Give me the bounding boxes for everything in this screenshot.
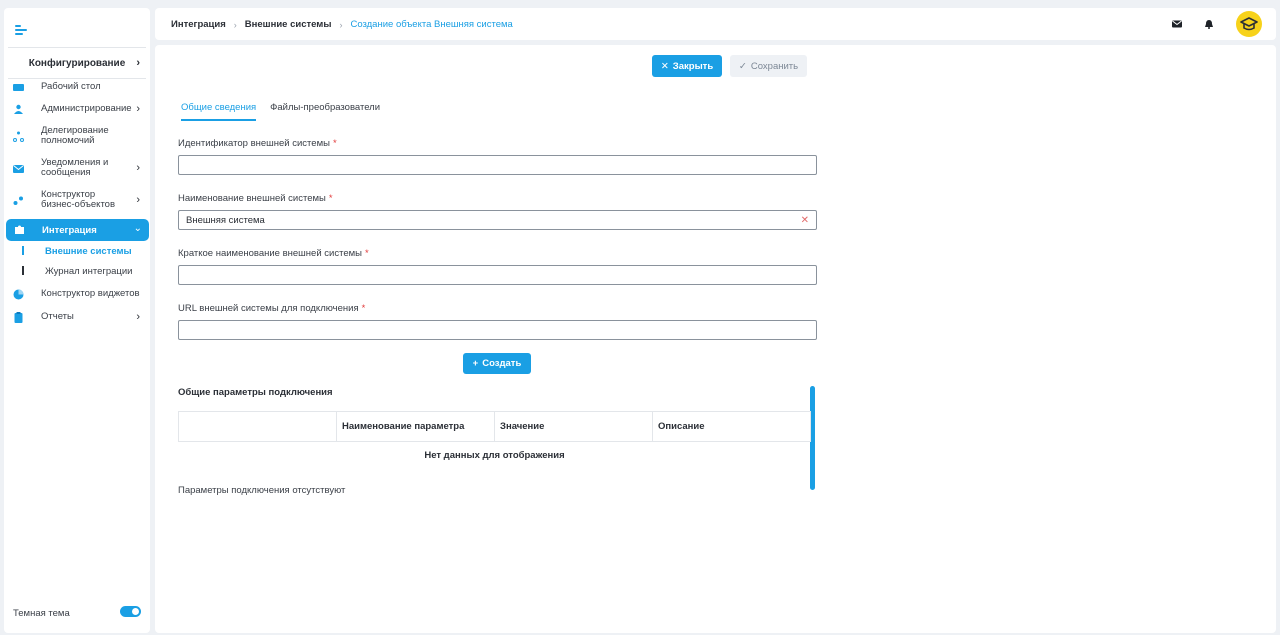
monitor-icon <box>13 83 24 91</box>
dark-theme-label: Темная тема <box>13 608 70 619</box>
table-row: Нет данных для отображения <box>179 442 811 470</box>
tab-converter-files[interactable]: Файлы-преобразователи <box>270 102 380 121</box>
table-header-row: Наименование параметра Значение Описание <box>178 411 811 442</box>
sidebar-item-label: Конструктор виджетов <box>41 288 140 299</box>
params-table: Наименование параметра Значение Описание… <box>178 411 811 470</box>
tab-general[interactable]: Общие сведения <box>181 102 257 121</box>
chevron-right-icon: › <box>136 57 140 69</box>
sidebar-item-label: Администрирование <box>41 103 132 114</box>
plus-icon: + <box>472 358 479 369</box>
sidebar-item-label: Интеграция <box>42 225 97 236</box>
close-button[interactable]: ✕ Закрыть <box>652 55 722 77</box>
column-header-value[interactable]: Значение <box>494 411 653 442</box>
required-mark: * <box>328 193 333 204</box>
empty-table-message: Нет данных для отображения <box>424 450 565 462</box>
field-value: Внешняя система <box>186 214 265 226</box>
divider <box>8 78 146 79</box>
sidebar: Конфигурирование › Рабочий стол Админист… <box>4 8 150 633</box>
bell-icon[interactable] <box>1204 19 1214 29</box>
sidebar-item-delegation[interactable]: Делегирование полномочий <box>4 124 150 148</box>
breadcrumb-item-external-systems[interactable]: Внешние системы <box>245 19 332 30</box>
external-system-id-label: Идентификатор внешней системы * <box>178 138 337 149</box>
avatar[interactable] <box>1236 11 1262 37</box>
mail-icon <box>13 164 24 173</box>
save-button-label: Сохранить <box>750 60 799 72</box>
required-mark: * <box>361 303 366 314</box>
mail-icon[interactable] <box>1172 19 1182 29</box>
clear-icon[interactable]: ✕ <box>801 215 809 226</box>
sidebar-item-admin[interactable]: Администрирование › <box>4 102 150 116</box>
external-system-name-field[interactable]: Внешняя система ✕ <box>178 210 817 230</box>
field-label-text: Идентификатор внешней системы <box>178 138 330 149</box>
chevron-right-icon: › <box>136 162 140 174</box>
breadcrumb-separator: › <box>233 19 237 30</box>
sidebar-item-reports[interactable]: Отчеты › <box>4 310 150 324</box>
active-indicator <box>22 246 24 255</box>
chevron-right-icon: › <box>136 194 140 206</box>
required-mark: * <box>332 138 337 149</box>
field-label-text: URL внешней системы для подключения <box>178 303 359 314</box>
divider <box>8 47 146 48</box>
sidebar-subitem-label: Журнал интеграции <box>45 266 133 277</box>
constructor-icon <box>13 196 23 205</box>
field-label-text: Краткое наименование внешней системы <box>178 248 362 259</box>
clipboard-icon <box>14 311 23 323</box>
column-header-param-name[interactable]: Наименование параметра <box>336 411 495 442</box>
create-button-label: Создать <box>482 358 522 369</box>
header: Интеграция › Внешние системы › Создание … <box>155 8 1276 40</box>
required-mark: * <box>364 248 369 259</box>
external-system-id-field[interactable] <box>178 155 817 175</box>
dark-theme-toggle[interactable] <box>120 606 141 617</box>
field-label-text: Наименование внешней системы <box>178 193 326 204</box>
external-system-name-label: Наименование внешней системы * <box>178 193 333 204</box>
sidebar-item-bo-constructor[interactable]: Конструктор бизнес-объектов › <box>4 188 150 212</box>
breadcrumb: Интеграция › Внешние системы › Создание … <box>171 19 513 30</box>
sidebar-item-label: Отчеты <box>41 311 74 322</box>
puzzle-icon <box>15 225 24 234</box>
sidebar-item-widget-constructor[interactable]: Конструктор виджетов <box>4 287 150 301</box>
main-content: ✕ Закрыть ✓ Сохранить Общие сведения Фай… <box>155 45 1276 633</box>
tabs: Общие сведения Файлы-преобразователи <box>181 102 380 121</box>
breadcrumb-current: Создание объекта Внешняя система <box>350 19 513 30</box>
check-icon: ✓ <box>738 60 747 72</box>
save-button[interactable]: ✓ Сохранить <box>730 55 807 77</box>
sidebar-item-notifications[interactable]: Уведомления и сообщения › <box>4 156 150 180</box>
close-button-label: Закрыть <box>672 60 714 72</box>
sidebar-item-label: Конструктор бизнес-объектов <box>41 189 116 210</box>
external-system-url-label: URL внешней системы для подключения * <box>178 303 365 314</box>
no-params-message: Параметры подключения отсутствуют <box>178 485 346 496</box>
external-system-short-name-label: Краткое наименование внешней системы * <box>178 248 369 259</box>
sidebar-subitem-label: Внешние системы <box>45 246 132 257</box>
pie-chart-icon <box>13 289 24 299</box>
column-header-select[interactable] <box>178 411 337 442</box>
external-system-url-field[interactable] <box>178 320 817 340</box>
breadcrumb-item-integration[interactable]: Интеграция <box>171 19 226 30</box>
delegation-icon <box>13 131 24 142</box>
chevron-right-icon: › <box>136 311 140 323</box>
sidebar-subitem-integration-log[interactable]: Журнал интеграции <box>4 266 150 278</box>
chevron-down-icon: ⌄ <box>133 223 142 234</box>
column-header-description[interactable]: Описание <box>652 411 811 442</box>
connection-params-title: Общие параметры подключения <box>178 387 333 398</box>
item-indicator <box>22 266 24 275</box>
external-system-short-name-field[interactable] <box>178 265 817 285</box>
breadcrumb-separator: › <box>339 19 343 30</box>
sidebar-subitem-external-systems[interactable]: Внешние системы <box>4 246 150 258</box>
sidebar-item-desktop[interactable]: Рабочий стол <box>4 80 150 94</box>
close-icon: ✕ <box>660 60 669 72</box>
sidebar-item-integration[interactable]: Интеграция ⌄ <box>6 219 149 241</box>
admin-user-icon <box>14 104 23 114</box>
create-button[interactable]: + Создать <box>463 353 531 374</box>
sidebar-section-config[interactable]: Конфигурирование › <box>4 52 150 74</box>
sidebar-item-label: Рабочий стол <box>41 81 101 92</box>
sidebar-item-label: Уведомления и сообщения <box>41 157 109 178</box>
graduation-cap-icon <box>1240 17 1258 31</box>
chevron-right-icon: › <box>136 103 140 115</box>
sidebar-section-label: Конфигурирование <box>28 57 126 69</box>
sidebar-item-label: Делегирование полномочий <box>41 125 109 146</box>
menu-toggle-icon[interactable] <box>15 25 27 35</box>
